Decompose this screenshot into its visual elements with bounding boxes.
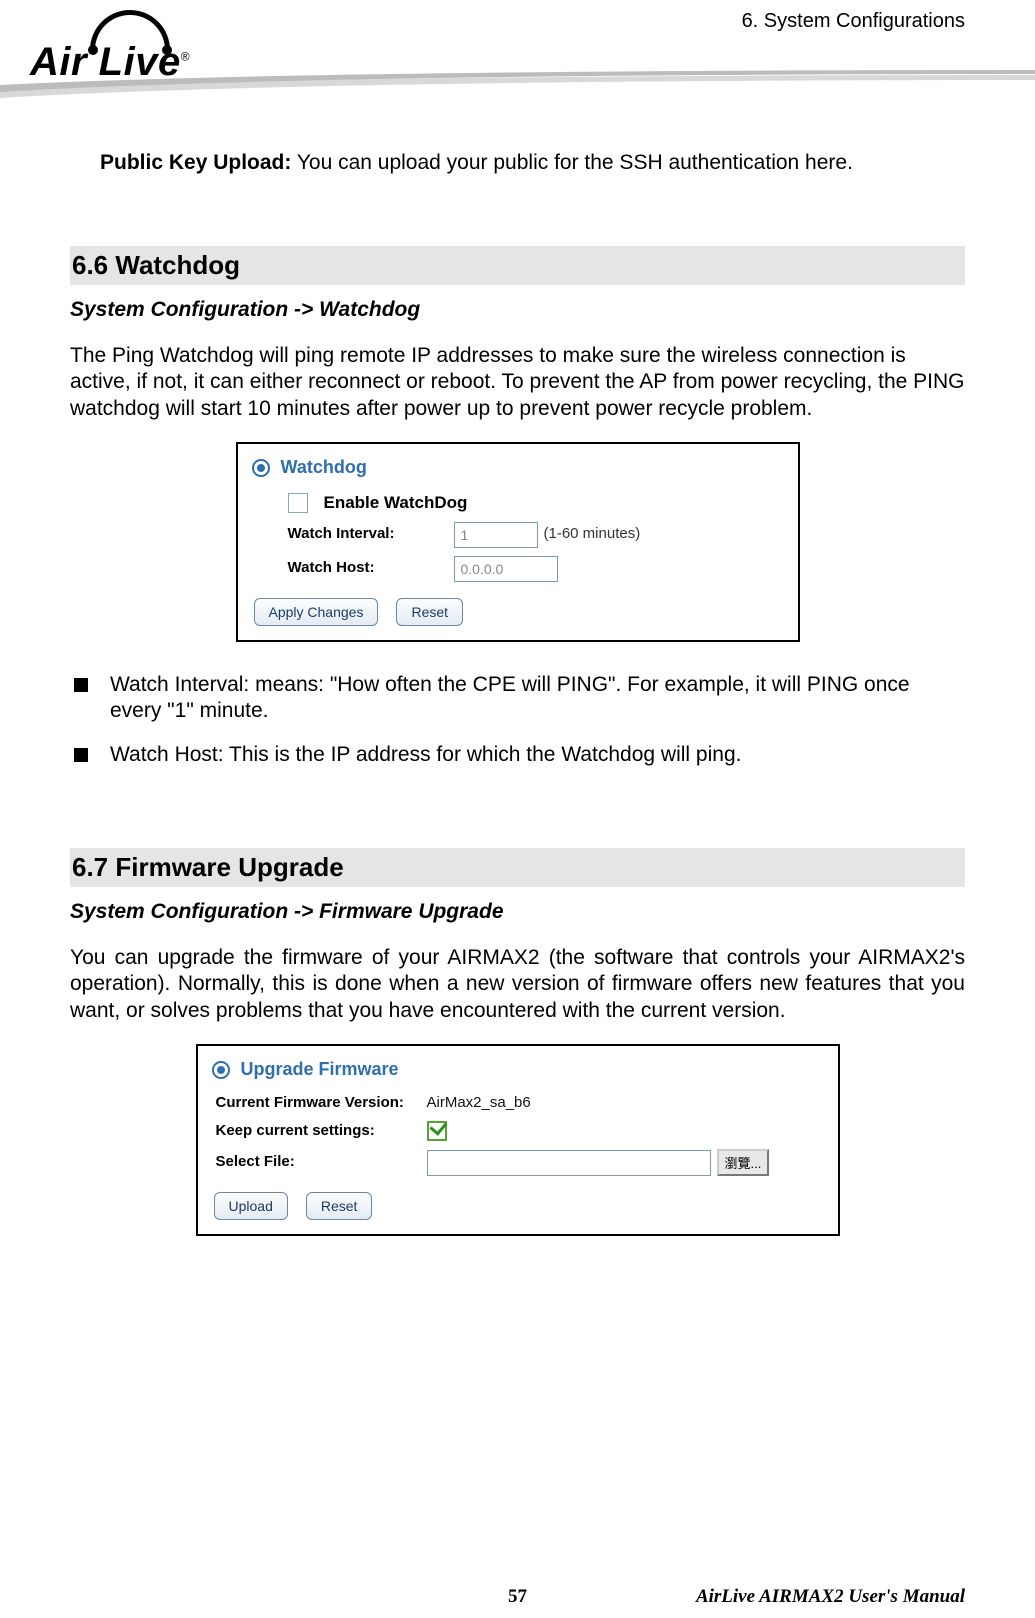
enable-watchdog-label: Enable WatchDog bbox=[324, 492, 468, 513]
current-firmware-value: AirMax2_sa_b6 bbox=[427, 1094, 531, 1113]
watchdog-title-text: Watchdog bbox=[281, 457, 367, 477]
watchdog-panel-title: Watchdog bbox=[248, 454, 788, 489]
content-body: Public Key Upload: You can upload your p… bbox=[70, 150, 965, 1266]
footer-manual-title: AirLive AIRMAX2 User's Manual bbox=[696, 1586, 965, 1608]
bullet-watch-host-text: This is the IP address for which the Wat… bbox=[224, 743, 742, 766]
select-file-label: Select File: bbox=[216, 1153, 421, 1172]
keep-settings-label: Keep current settings: bbox=[216, 1122, 421, 1141]
enable-watchdog-checkbox[interactable] bbox=[288, 493, 308, 513]
apply-changes-button[interactable]: Apply Changes bbox=[254, 598, 379, 626]
select-file-input[interactable] bbox=[427, 1150, 711, 1176]
page-footer: 57 AirLive AIRMAX2 User's Manual bbox=[70, 1586, 965, 1608]
watchdog-panel: Watchdog Enable WatchDog Watch Interval:… bbox=[236, 442, 800, 642]
section-6-7-body: You can upgrade the firmware of your AIR… bbox=[70, 945, 965, 1024]
watch-host-input[interactable] bbox=[454, 556, 558, 582]
chapter-header: 6. System Configurations bbox=[742, 10, 965, 33]
watchdog-bullet-list: Watch Interval: means: "How often the CP… bbox=[70, 672, 965, 769]
watch-interval-label: Watch Interval: bbox=[288, 525, 448, 544]
header-swoosh-icon bbox=[0, 70, 1035, 100]
reset-button-2[interactable]: Reset bbox=[306, 1192, 373, 1220]
page: 6. System Configurations Air Live® Publi… bbox=[0, 0, 1035, 1618]
public-key-paragraph: Public Key Upload: You can upload your p… bbox=[100, 150, 965, 176]
section-6-7-heading: 6.7 Firmware Upgrade bbox=[70, 848, 965, 887]
section-6-6-heading: 6.6 Watchdog bbox=[70, 246, 965, 285]
watch-interval-input[interactable] bbox=[454, 522, 538, 548]
upload-button[interactable]: Upload bbox=[214, 1192, 288, 1220]
reset-button[interactable]: Reset bbox=[396, 598, 463, 626]
watch-interval-unit: (1-60 minutes) bbox=[544, 525, 641, 544]
registered-mark: ® bbox=[181, 50, 190, 64]
radio-selected-icon bbox=[212, 1061, 230, 1079]
public-key-text: You can upload your public for the SSH a… bbox=[291, 151, 853, 174]
bullet-watch-host: Watch Host: This is the IP address for w… bbox=[70, 742, 965, 768]
section-6-6-path: System Configuration -> Watchdog bbox=[70, 297, 965, 323]
watch-host-label: Watch Host: bbox=[288, 559, 448, 578]
section-6-6-body: The Ping Watchdog will ping remote IP ad… bbox=[70, 343, 965, 422]
firmware-panel: Upgrade Firmware Current Firmware Versio… bbox=[196, 1044, 840, 1236]
bullet-watch-interval: Watch Interval: means: "How often the CP… bbox=[70, 672, 965, 725]
firmware-title-text: Upgrade Firmware bbox=[241, 1059, 399, 1079]
firmware-panel-title: Upgrade Firmware bbox=[208, 1056, 828, 1091]
radio-selected-icon bbox=[252, 459, 270, 477]
public-key-label: Public Key Upload: bbox=[100, 151, 291, 174]
bullet-watch-interval-label: Watch Interval: bbox=[110, 673, 249, 696]
section-6-7-path: System Configuration -> Firmware Upgrade bbox=[70, 899, 965, 925]
browse-button[interactable]: 瀏覽... bbox=[717, 1149, 770, 1176]
current-firmware-label: Current Firmware Version: bbox=[216, 1094, 421, 1113]
bullet-watch-host-label: Watch Host: bbox=[110, 743, 224, 766]
keep-settings-checkbox[interactable] bbox=[427, 1121, 447, 1141]
page-number: 57 bbox=[508, 1586, 527, 1608]
